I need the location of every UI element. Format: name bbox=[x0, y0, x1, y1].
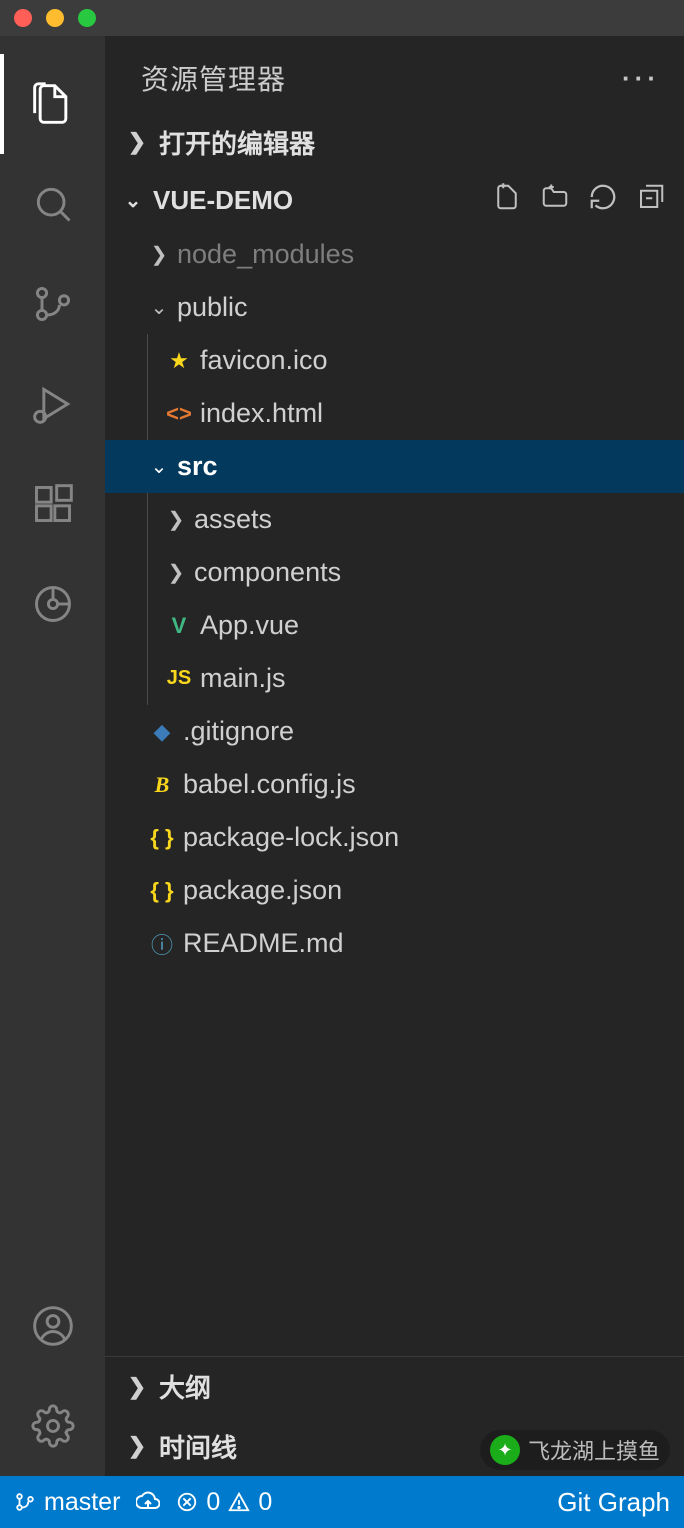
minimize-window[interactable] bbox=[46, 9, 64, 27]
run-debug-tab[interactable] bbox=[0, 354, 105, 454]
status-problems[interactable]: 0 0 bbox=[176, 1488, 272, 1517]
gitlens-tab[interactable] bbox=[0, 554, 105, 654]
maximize-window[interactable] bbox=[78, 9, 96, 27]
close-window[interactable] bbox=[14, 9, 32, 27]
folder-label: src bbox=[173, 451, 218, 482]
file-favicon[interactable]: ★ favicon.ico bbox=[105, 334, 684, 387]
timeline-label: 时间线 bbox=[159, 1428, 237, 1465]
chevron-right-icon: ❯ bbox=[121, 1374, 153, 1400]
watermark-text: 飞龙湖上摸鱼 bbox=[528, 1434, 660, 1466]
watermark: ✦ 飞龙湖上摸鱼 bbox=[480, 1430, 670, 1470]
sidebar-title: 资源管理器 bbox=[141, 58, 286, 98]
folder-node-modules[interactable]: ❯ node_modules bbox=[105, 228, 684, 281]
new-folder-icon[interactable] bbox=[540, 182, 570, 219]
file-mainjs[interactable]: JS main.js bbox=[105, 652, 684, 705]
file-pkglock[interactable]: { } package-lock.json bbox=[105, 811, 684, 864]
file-tree: ❯ node_modules ⌄ public ★ favicon.ico <>… bbox=[105, 228, 684, 1356]
refresh-icon[interactable] bbox=[588, 182, 618, 219]
folder-label: assets bbox=[190, 504, 272, 535]
folder-label: node_modules bbox=[173, 239, 354, 270]
search-tab[interactable] bbox=[0, 154, 105, 254]
settings-gear-icon[interactable] bbox=[0, 1376, 105, 1476]
explorer-tab[interactable] bbox=[0, 54, 105, 154]
file-label: index.html bbox=[196, 398, 323, 429]
html-icon: <> bbox=[162, 401, 196, 427]
chevron-down-icon: ⌄ bbox=[145, 295, 173, 320]
vue-icon: V bbox=[162, 613, 196, 639]
chevron-right-icon: ❯ bbox=[162, 560, 190, 585]
extensions-tab[interactable] bbox=[0, 454, 105, 554]
status-sync[interactable] bbox=[136, 1490, 160, 1514]
babel-icon: B bbox=[145, 772, 179, 798]
folder-src[interactable]: ⌄ src bbox=[105, 440, 684, 493]
source-control-tab[interactable] bbox=[0, 254, 105, 354]
file-label: App.vue bbox=[196, 610, 299, 641]
file-label: README.md bbox=[179, 928, 344, 959]
chevron-down-icon: ⌄ bbox=[145, 454, 173, 479]
folder-components[interactable]: ❯ components bbox=[105, 546, 684, 599]
warning-count: 0 bbox=[258, 1488, 272, 1517]
chevron-right-icon: ❯ bbox=[162, 507, 190, 532]
folder-toolbar bbox=[492, 182, 684, 219]
explorer-sidebar: 资源管理器 ··· ❯ 打开的编辑器 ⌄ VUE-DEMO ❯ node_mod… bbox=[105, 36, 684, 1476]
folder-label: components bbox=[190, 557, 341, 588]
file-babel[interactable]: B babel.config.js bbox=[105, 758, 684, 811]
status-bar: master 0 0 Git Graph bbox=[0, 1476, 684, 1528]
file-label: .gitignore bbox=[179, 716, 294, 747]
folder-assets[interactable]: ❯ assets bbox=[105, 493, 684, 546]
outline-label: 大纲 bbox=[159, 1368, 211, 1405]
branch-name: master bbox=[44, 1488, 120, 1517]
file-gitignore[interactable]: ◆ .gitignore bbox=[105, 705, 684, 758]
chevron-down-icon: ⌄ bbox=[113, 188, 153, 213]
activity-bar bbox=[0, 36, 105, 1476]
chevron-right-icon: ❯ bbox=[145, 242, 173, 267]
file-label: package-lock.json bbox=[179, 822, 399, 853]
file-label: main.js bbox=[196, 663, 286, 694]
file-pkg[interactable]: { } package.json bbox=[105, 864, 684, 917]
accounts-icon[interactable] bbox=[0, 1276, 105, 1376]
file-appvue[interactable]: V App.vue bbox=[105, 599, 684, 652]
window-titlebar bbox=[0, 0, 684, 36]
error-count: 0 bbox=[206, 1488, 220, 1517]
file-indexhtml[interactable]: <> index.html bbox=[105, 387, 684, 440]
file-label: babel.config.js bbox=[179, 769, 356, 800]
chevron-right-icon: ❯ bbox=[121, 1433, 153, 1459]
folder-label: public bbox=[173, 292, 248, 323]
status-gitgraph[interactable]: Git Graph bbox=[557, 1487, 670, 1518]
workspace-name: VUE-DEMO bbox=[153, 185, 293, 216]
workspace-folder-header[interactable]: ⌄ VUE-DEMO bbox=[105, 172, 684, 228]
status-branch[interactable]: master bbox=[14, 1488, 120, 1517]
open-editors-label: 打开的编辑器 bbox=[159, 124, 315, 161]
info-icon: ⓘ bbox=[145, 928, 179, 960]
file-label: favicon.ico bbox=[196, 345, 328, 376]
outline-section[interactable]: ❯ 大纲 bbox=[105, 1356, 684, 1416]
folder-public[interactable]: ⌄ public bbox=[105, 281, 684, 334]
js-icon: JS bbox=[162, 667, 196, 690]
chevron-right-icon: ❯ bbox=[121, 129, 153, 155]
json-icon: { } bbox=[145, 825, 179, 851]
sidebar-more-icon[interactable]: ··· bbox=[622, 63, 660, 94]
json-icon: { } bbox=[145, 878, 179, 904]
file-readme[interactable]: ⓘ README.md bbox=[105, 917, 684, 970]
new-file-icon[interactable] bbox=[492, 182, 522, 219]
file-label: package.json bbox=[179, 875, 342, 906]
git-icon: ◆ bbox=[145, 719, 179, 745]
wechat-icon: ✦ bbox=[490, 1435, 520, 1465]
star-icon: ★ bbox=[162, 348, 196, 374]
collapse-all-icon[interactable] bbox=[636, 182, 666, 219]
open-editors-section[interactable]: ❯ 打开的编辑器 bbox=[105, 112, 684, 172]
